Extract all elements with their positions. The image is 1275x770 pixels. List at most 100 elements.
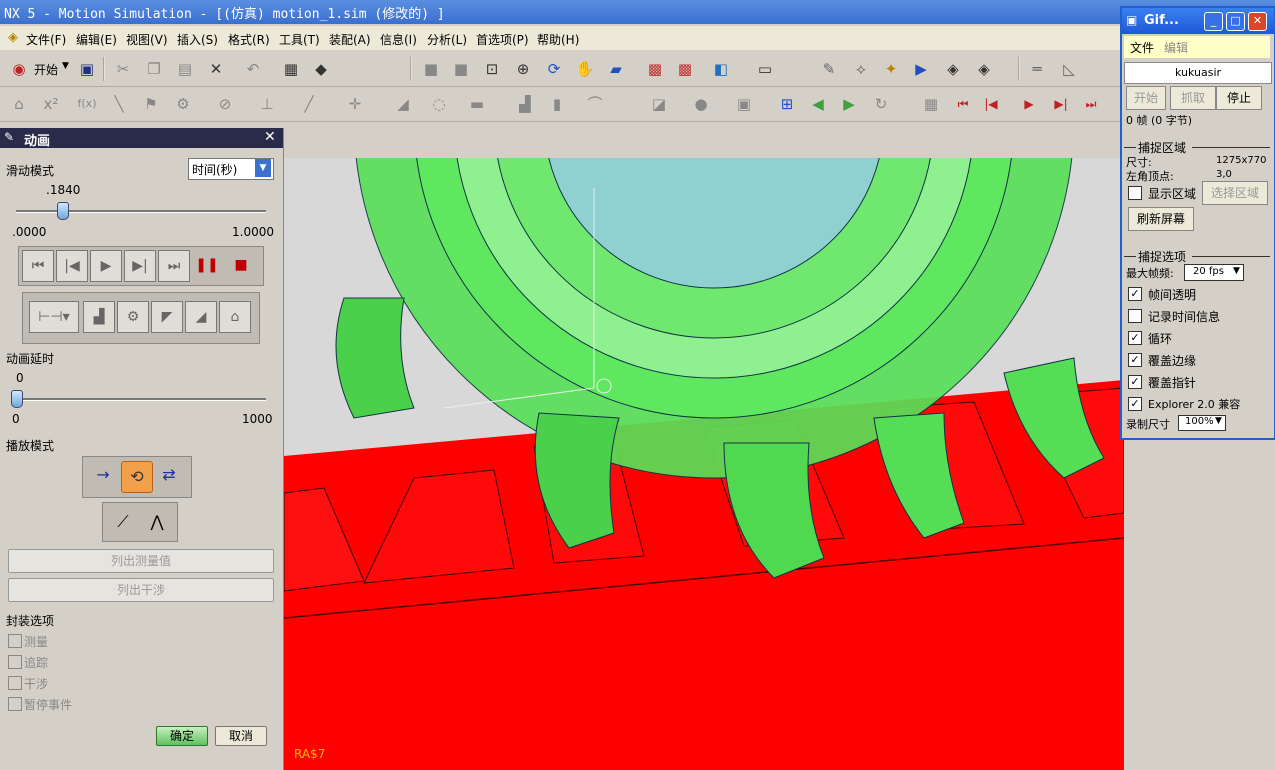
- last-frame-button[interactable]: ⏭: [158, 250, 190, 282]
- cube-icon[interactable]: ◧: [710, 58, 732, 80]
- lock-icon[interactable]: ⌂: [8, 93, 30, 115]
- list-interference-button[interactable]: 列出干涉: [8, 578, 274, 602]
- option-checkbox-0[interactable]: ✓: [1128, 287, 1142, 301]
- trace-icon[interactable]: ●: [690, 93, 712, 115]
- graph-icon[interactable]: ◪: [648, 93, 670, 115]
- solver-icon[interactable]: ⌒: [584, 93, 606, 115]
- copy-icon[interactable]: ❐: [143, 58, 165, 80]
- reload-icon[interactable]: ↻: [870, 93, 892, 115]
- delay-slider-thumb[interactable]: [11, 390, 23, 408]
- maximize-icon[interactable]: □: [1226, 12, 1245, 31]
- pause-event-checkbox[interactable]: [8, 697, 22, 711]
- marker-icon[interactable]: ✛: [344, 93, 366, 115]
- undo-icon[interactable]: ↶: [242, 58, 264, 80]
- menu-view[interactable]: 视图(V): [126, 31, 168, 48]
- first-frame-icon[interactable]: ⏮: [952, 93, 974, 115]
- angle-icon[interactable]: ◺: [1058, 58, 1080, 80]
- snapshot-tool-button[interactable]: ◤: [151, 301, 183, 333]
- menu-file[interactable]: 文件(F): [26, 31, 66, 48]
- brush-icon[interactable]: ▰: [605, 58, 627, 80]
- measure-checkbox[interactable]: [8, 634, 22, 648]
- forward-icon[interactable]: ▶: [838, 93, 860, 115]
- export-icon[interactable]: ▣: [733, 93, 755, 115]
- ok-button[interactable]: 确定: [156, 726, 208, 746]
- back-icon[interactable]: ◀: [807, 93, 829, 115]
- pin-icon[interactable]: ✎: [4, 130, 14, 144]
- step-back-button[interactable]: |◀: [56, 250, 88, 282]
- box-icon[interactable]: ▬: [466, 93, 488, 115]
- interference-tool-button[interactable]: ⚙: [117, 301, 149, 333]
- option-checkbox-3[interactable]: ✓: [1128, 353, 1142, 367]
- measure-icon[interactable]: ═: [1026, 58, 1048, 80]
- menu-help[interactable]: 帮助(H): [537, 31, 579, 48]
- gif-menu-edit[interactable]: 编辑: [1164, 39, 1188, 56]
- joint-icon[interactable]: ✦: [880, 58, 902, 80]
- stop-button[interactable]: ■: [226, 250, 256, 280]
- spring-icon[interactable]: ◈: [942, 58, 964, 80]
- close-icon[interactable]: ✕: [264, 129, 276, 145]
- delete-icon[interactable]: ✕: [205, 58, 227, 80]
- path-icon[interactable]: ⟋: [109, 507, 137, 537]
- curve-icon[interactable]: ╱: [298, 93, 320, 115]
- menu-insert[interactable]: 插入(S): [177, 31, 218, 48]
- cancel-button[interactable]: 取消: [215, 726, 267, 746]
- sketch-icon[interactable]: ✎: [818, 58, 840, 80]
- zoom-icon[interactable]: ⊕: [512, 58, 534, 80]
- trace-tool-button[interactable]: ▟: [83, 301, 115, 333]
- time-slider-track[interactable]: [16, 210, 266, 213]
- layer-icon[interactable]: ▭: [754, 58, 776, 80]
- cut-icon[interactable]: ✂: [112, 58, 134, 80]
- menu-assembly[interactable]: 装配(A): [329, 31, 371, 48]
- motion-icon[interactable]: ▩: [644, 58, 666, 80]
- measure-tool-button[interactable]: ⊢⊣▾: [29, 301, 79, 333]
- play-icon[interactable]: ▶: [1018, 93, 1040, 115]
- flag-icon[interactable]: ⚑: [140, 93, 162, 115]
- ping-pong-icon[interactable]: ⇄: [155, 465, 183, 489]
- paste-icon[interactable]: ▤: [174, 58, 196, 80]
- gif-stop-button[interactable]: 停止: [1216, 86, 1262, 110]
- motion-icon[interactable]: ▩: [674, 58, 696, 80]
- refresh-screen-button[interactable]: 刷新屏幕: [1128, 207, 1194, 231]
- chevron-down-icon[interactable]: ▼: [1233, 266, 1240, 276]
- fit-icon[interactable]: ⊡: [481, 58, 503, 80]
- constraint-icon[interactable]: ◌: [428, 93, 450, 115]
- gif-menu-file[interactable]: 文件: [1130, 39, 1154, 56]
- last-frame-icon[interactable]: ⏭: [1080, 93, 1102, 115]
- show-region-checkbox[interactable]: [1128, 186, 1142, 200]
- record-size-select[interactable]: 100% ▼: [1178, 415, 1226, 431]
- menu-analysis[interactable]: 分析(L): [427, 31, 467, 48]
- properties-icon[interactable]: ▦: [280, 58, 302, 80]
- step-forward-button[interactable]: ▶|: [124, 250, 156, 282]
- start-dropdown-icon[interactable]: ▼: [62, 61, 69, 71]
- previous-frame-icon[interactable]: |◀: [980, 93, 1002, 115]
- delay-slider-track[interactable]: [16, 398, 266, 401]
- minimize-icon[interactable]: _: [1204, 12, 1223, 31]
- view-icon[interactable]: ■: [420, 58, 442, 80]
- menu-format[interactable]: 格式(R): [228, 31, 270, 48]
- contact-icon[interactable]: ◢: [392, 93, 414, 115]
- chevron-down-icon[interactable]: ▼: [1215, 416, 1222, 426]
- view-icon[interactable]: ■: [450, 58, 472, 80]
- export-tool-button[interactable]: ◢: [185, 301, 217, 333]
- function-icon[interactable]: f(x): [76, 93, 98, 115]
- coupler-icon[interactable]: ⊘: [214, 93, 236, 115]
- selection-icon[interactable]: ◆: [310, 58, 332, 80]
- settings-tool-button[interactable]: ⌂: [219, 301, 251, 333]
- option-checkbox-5[interactable]: ✓: [1128, 397, 1142, 411]
- grid-icon[interactable]: ▦: [920, 93, 942, 115]
- option-checkbox-4[interactable]: ✓: [1128, 375, 1142, 389]
- play-once-icon[interactable]: →: [89, 465, 117, 489]
- interference-checkbox[interactable]: [8, 676, 22, 690]
- bushing-icon[interactable]: ▮: [546, 93, 568, 115]
- trace-checkbox[interactable]: [8, 655, 22, 669]
- menu-edit[interactable]: 编辑(E): [76, 31, 117, 48]
- gear-icon[interactable]: ⚙: [172, 93, 194, 115]
- play-button[interactable]: ▶: [90, 250, 122, 282]
- pan-icon[interactable]: ✋: [574, 58, 596, 80]
- variable-icon[interactable]: x²: [40, 93, 62, 115]
- start-icon[interactable]: ◉: [8, 58, 30, 80]
- gif-capture-button[interactable]: 抓取: [1170, 86, 1216, 110]
- line-icon[interactable]: ╲: [108, 93, 130, 115]
- next-frame-icon[interactable]: ▶|: [1050, 93, 1072, 115]
- gif-start-button[interactable]: 开始: [1126, 86, 1166, 110]
